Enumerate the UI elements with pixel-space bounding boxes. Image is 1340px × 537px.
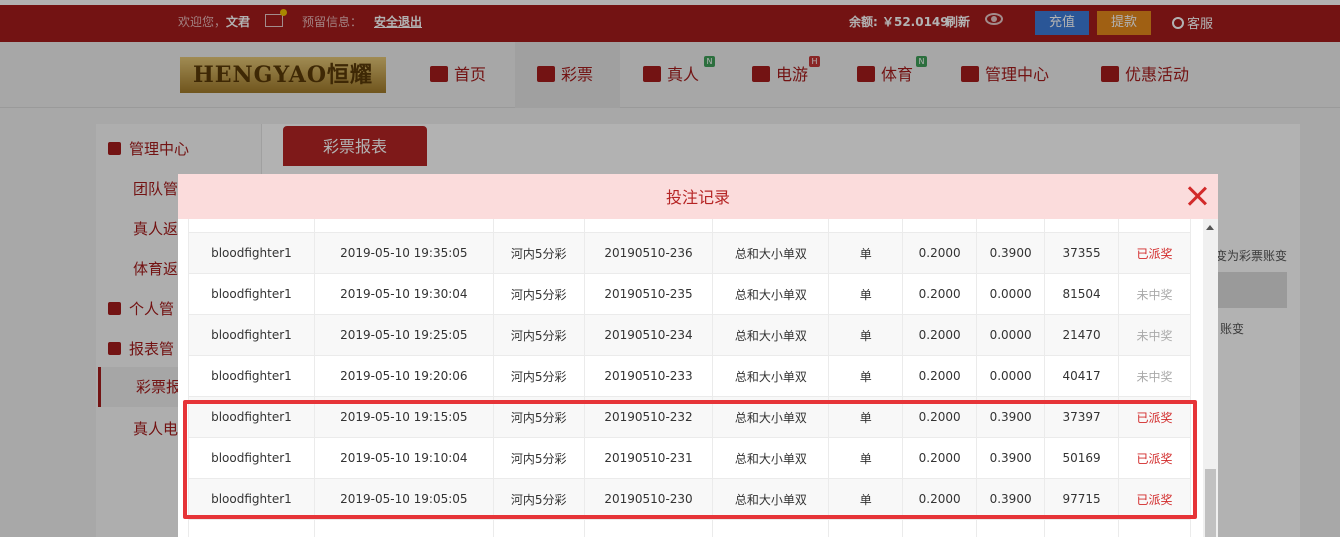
cell-play: 总和大小单双 xyxy=(712,273,830,315)
cell-amount: 0.2000 xyxy=(902,219,978,233)
cell-user: bloodfighter1 xyxy=(188,232,315,274)
cell-prize xyxy=(976,519,1046,537)
highlight-box xyxy=(183,400,1197,519)
modal-header: 投注记录 xyxy=(178,174,1218,219)
cell-play: 总和大小单双 xyxy=(712,314,830,356)
cell-time: 2019-05-10 19:20:06 xyxy=(313,355,494,397)
table-row: bloodfighter1 2019-05-10 19:35:05 河内5分彩 201… xyxy=(188,232,1191,274)
cell-bet: 单 xyxy=(828,232,904,274)
cell-status: 未中奖 xyxy=(1118,219,1191,233)
cell-bet: 单 xyxy=(828,273,904,315)
cell-prize: 0.0000 xyxy=(976,314,1046,356)
cell-time: 2019-05-10 19:40:05 xyxy=(313,219,494,233)
cell-bet: 单 xyxy=(828,219,904,233)
cell-amount: 0.2000 xyxy=(902,232,978,274)
cell-time: 2019-05-10 19:30:04 xyxy=(313,273,494,315)
cell-status: 已派奖 xyxy=(1118,232,1191,274)
cell-user: bloodfighter1 xyxy=(188,355,315,397)
cell-bet: 单 xyxy=(828,355,904,397)
cell-issue: 20190510-237 xyxy=(583,219,714,233)
cell-prize: 0.0000 xyxy=(976,355,1046,397)
cell-game: 河内5分彩 xyxy=(492,314,585,356)
cell-prize: 0.0000 xyxy=(976,273,1046,315)
cell-code: 81504 xyxy=(1044,273,1120,315)
cell-code xyxy=(1044,519,1120,537)
cell-user: bloodfighter1 xyxy=(188,273,315,315)
cell-game: 河内5分彩 xyxy=(492,232,585,274)
table-row: bloodfighter1 2019-05-10 19:30:04 河内5分彩 201… xyxy=(188,273,1191,315)
cell-user: bloodfighter1 xyxy=(188,314,315,356)
cell-game: 河内5分彩 xyxy=(492,219,585,233)
table-row: bloodfighter1 2019-05-10 19:25:05 河内5分彩 201… xyxy=(188,314,1191,356)
cell-play xyxy=(712,519,830,537)
cell-user xyxy=(188,519,315,537)
scrollbar[interactable] xyxy=(1203,219,1218,537)
cell-amount: 0.2000 xyxy=(902,314,978,356)
cell-prize: 0.0000 xyxy=(976,219,1046,233)
table-row: bloodfighter1 2019-05-10 19:20:06 河内5分彩 201… xyxy=(188,355,1191,397)
cell-code: 40417 xyxy=(1044,355,1120,397)
table-row: bloodfighter12019-05-10 19:40:05河内5分彩201… xyxy=(188,219,1191,233)
cell-status: 未中奖 xyxy=(1118,355,1191,397)
scroll-thumb[interactable] xyxy=(1205,469,1216,537)
cell-amount: 0.2000 xyxy=(902,273,978,315)
cell-prize: 0.3900 xyxy=(976,232,1046,274)
cell-bet: 单 xyxy=(828,314,904,356)
cell-issue: 20190510-236 xyxy=(583,232,714,274)
cell-status: 未中奖 xyxy=(1118,314,1191,356)
cell-time: 2019-05-10 19:25:05 xyxy=(313,314,494,356)
cell-code: 65095 xyxy=(1044,219,1120,233)
cell-status xyxy=(1118,519,1191,537)
cell-code: 21470 xyxy=(1044,314,1120,356)
cell-issue: 20190510-233 xyxy=(583,355,714,397)
cell-user: bloodfighter1 xyxy=(188,219,315,233)
cell-bet xyxy=(828,519,904,537)
modal-title: 投注记录 xyxy=(665,188,730,207)
cell-game: 河内5分彩 xyxy=(492,273,585,315)
cell-time: 2019-05-10 19:35:05 xyxy=(313,232,494,274)
cell-code: 37355 xyxy=(1044,232,1120,274)
close-icon[interactable] xyxy=(1186,185,1208,207)
cell-play: 总和大小单双 xyxy=(712,232,830,274)
cell-game: 河内5分彩 xyxy=(492,355,585,397)
cell-issue: 20190510-234 xyxy=(583,314,714,356)
cell-play: 总和大小单双 xyxy=(712,355,830,397)
scroll-up-arrow-icon[interactable] xyxy=(1206,225,1214,230)
table-row xyxy=(188,519,1191,537)
cell-amount: 0.2000 xyxy=(902,355,978,397)
cell-issue xyxy=(583,519,714,537)
cell-status: 未中奖 xyxy=(1118,273,1191,315)
cell-issue: 20190510-235 xyxy=(583,273,714,315)
cell-play: 总和大小单双 xyxy=(712,219,830,233)
cell-amount xyxy=(902,519,978,537)
cell-time xyxy=(313,519,494,537)
cell-game xyxy=(492,519,585,537)
